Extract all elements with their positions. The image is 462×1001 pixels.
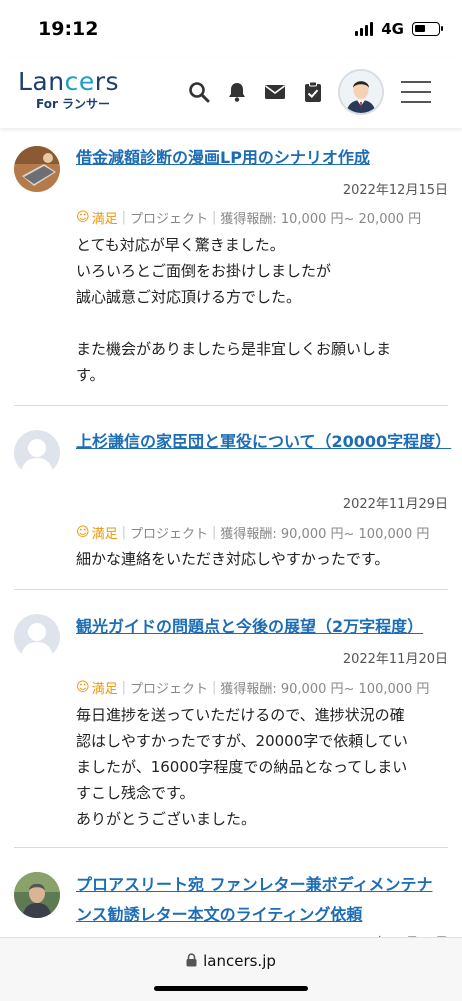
review-list: 借金減額診断の漫画LP用のシナリオ作成 2022年12月15日 ☺ 満足 | プ… [0,128,462,968]
rating-label: 満足 [91,527,118,542]
client-avatar[interactable] [14,614,60,660]
rating-label: 満足 [91,212,118,227]
meta-divider: | [121,680,126,695]
review-item: 借金減額診断の漫画LP用のシナリオ作成 2022年12月15日 ☺ 満足 | プ… [14,128,448,406]
work-type: プロジェクト [129,682,208,697]
project-title-link[interactable]: 観光ガイドの問題点と今後の展望（2万字程度） [76,612,448,642]
work-type: プロジェクト [129,527,208,542]
network-label: 4G [381,20,404,38]
review-date: 2022年11月20日 [342,652,448,667]
project-title-link[interactable]: 上杉謙信の家臣団と軍役について（20000字程度） [76,427,451,457]
review-comment: 毎日進捗を送っていただけるので、進捗状況の確 認はしやすかったですが、20000… [76,706,408,828]
project-title-link[interactable]: プロアスリート宛 ファンレター兼ボディメンテナンス勧誘レター本文のライティング依… [76,870,448,930]
meta-divider: | [211,525,217,540]
meta-divider: | [211,680,217,695]
client-avatar[interactable] [14,872,60,918]
status-time: 19:12 [38,18,99,40]
reward-range: 獲得報酬: 90,000 円~ 100,000 円 [220,527,430,542]
url-display[interactable]: lancers.jp [0,952,462,971]
review-item: 上杉謙信の家臣団と軍役について（20000字程度） 2022年11月29日 ☺ … [14,406,451,590]
clipboard-check-icon[interactable] [294,66,332,118]
client-avatar[interactable] [14,146,60,192]
home-indicator[interactable] [154,986,308,991]
reward-range: 獲得報酬: 10,000 円~ 20,000 円 [220,212,422,227]
meta-divider: | [121,525,126,540]
hamburger-menu-icon[interactable] [394,66,438,118]
review-meta: ☺ 満足 | プロジェクト | 獲得報酬: 90,000 円~ 100,000 … [76,678,448,697]
review-date: 2022年11月29日 [342,497,448,512]
review-meta: ☺ 満足 | プロジェクト | 獲得報酬: 10,000 円~ 20,000 円 [76,208,448,227]
smile-icon: ☺ [76,210,90,225]
rating-label: 満足 [91,682,118,697]
lock-icon [186,953,197,971]
reward-range: 獲得報酬: 90,000 円~ 100,000 円 [220,682,430,697]
review-meta: ☺ 満足 | プロジェクト | 獲得報酬: 90,000 円~ 100,000 … [76,523,448,542]
review-comment: とても対応が早く驚きました。 いろいろとご面倒をお掛けしましたが 誠心誠意ご対応… [76,236,392,384]
brand-subtitle: For ランサー [36,97,111,111]
status-bar: 19:12 4G [0,0,462,58]
review-comment: 細かな連絡をいただき対応しやすかったです。 [76,550,390,568]
review-item: 観光ガイドの問題点と今後の展望（2万字程度） 2022年11月20日 ☺ 満足 … [14,590,448,848]
smile-icon: ☺ [76,680,90,695]
mail-icon[interactable] [256,66,294,118]
review-date: 2022年12月15日 [342,183,448,198]
signal-icon [355,22,374,36]
url-text: lancers.jp [203,952,276,970]
brand-name: Lancers [18,67,120,96]
header-actions [180,66,438,118]
meta-divider: | [211,210,217,225]
lancers-logo[interactable]: Lancers For ランサー [18,68,119,112]
work-type: プロジェクト [129,212,208,227]
smile-icon: ☺ [76,525,90,540]
user-avatar[interactable] [338,69,384,115]
status-indicators: 4G [355,20,443,38]
meta-divider: | [121,210,126,225]
project-title-link[interactable]: 借金減額診断の漫画LP用のシナリオ作成 [76,143,448,173]
site-header: Lancers For ランサー [0,58,462,128]
search-icon[interactable] [180,66,218,118]
browser-address-bar[interactable]: lancers.jp [0,937,462,1001]
battery-icon [412,22,443,36]
bell-icon[interactable] [218,66,256,118]
client-avatar[interactable] [14,430,60,476]
